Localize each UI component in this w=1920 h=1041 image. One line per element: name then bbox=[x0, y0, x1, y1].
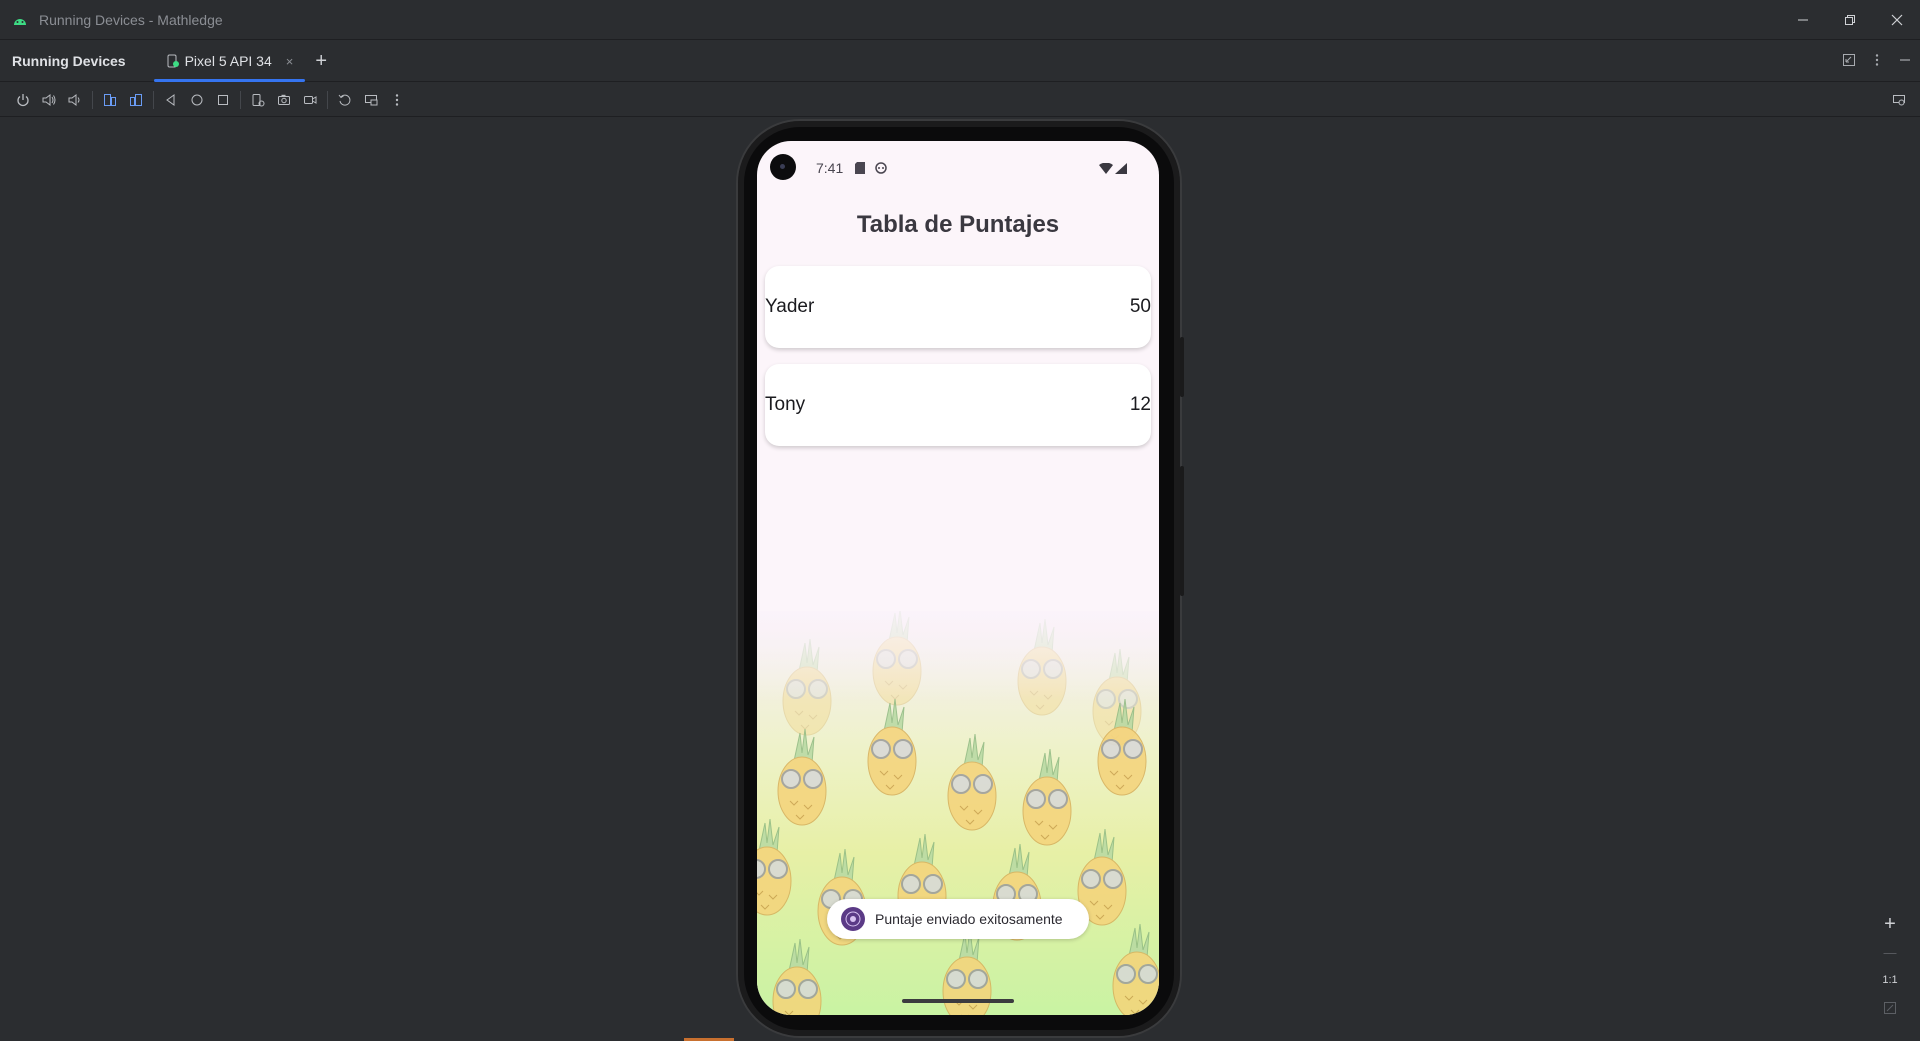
volume-down-icon bbox=[68, 93, 80, 106]
volume-up-icon bbox=[42, 93, 56, 106]
device-frame-button[interactable] bbox=[245, 87, 271, 113]
hide-panel-icon[interactable] bbox=[1898, 53, 1912, 70]
overview-icon bbox=[218, 94, 228, 105]
tab-strip: Running Devices Pixel 5 API 34 × + bbox=[0, 41, 1920, 82]
reset-icon bbox=[338, 94, 351, 106]
sd-card-icon bbox=[855, 161, 865, 179]
home-button[interactable] bbox=[184, 87, 210, 113]
add-tab-button[interactable]: + bbox=[315, 50, 327, 73]
record-icon bbox=[304, 95, 317, 104]
device-frame-icon bbox=[252, 93, 265, 106]
status-bar: 7:41 bbox=[757, 141, 1159, 197]
zoom-out-button[interactable]: — bbox=[1876, 940, 1904, 964]
device-volume-key bbox=[1180, 466, 1184, 596]
device-explorer-button[interactable] bbox=[1886, 87, 1912, 113]
power-button[interactable] bbox=[10, 87, 36, 113]
signal-icon bbox=[1115, 161, 1127, 179]
home-icon bbox=[191, 94, 203, 105]
volume-up-button[interactable] bbox=[36, 87, 62, 113]
screenshot-button[interactable] bbox=[271, 87, 297, 113]
face-icon bbox=[875, 161, 887, 179]
rotate-right-button[interactable] bbox=[123, 87, 149, 113]
window-title: Running Devices - Mathledge bbox=[39, 11, 223, 28]
rotate-left-icon bbox=[104, 93, 116, 106]
tab-pixel-5[interactable]: Pixel 5 API 34 × bbox=[153, 41, 306, 82]
overview-button[interactable] bbox=[210, 87, 236, 113]
player-name: Yader bbox=[765, 296, 815, 317]
score-row-tony[interactable]: Tony 12 bbox=[765, 364, 1151, 446]
snapshot-button[interactable] bbox=[358, 87, 384, 113]
back-button[interactable] bbox=[158, 87, 184, 113]
minimize-icon bbox=[1797, 19, 1808, 21]
fit-screen-icon bbox=[1884, 1002, 1896, 1014]
back-icon bbox=[166, 93, 175, 106]
reset-button[interactable] bbox=[332, 87, 358, 113]
toast-message: Puntaje enviado exitosamente bbox=[827, 899, 1089, 939]
rotate-right-icon bbox=[130, 93, 142, 106]
panel-title: Running Devices bbox=[12, 53, 126, 69]
device-tab-icon bbox=[167, 54, 179, 68]
minimize-button[interactable] bbox=[1779, 0, 1826, 40]
zoom-in-button[interactable]: + bbox=[1876, 912, 1904, 936]
record-button[interactable] bbox=[297, 87, 323, 113]
front-camera bbox=[770, 154, 796, 180]
more-toolbar-button[interactable] bbox=[384, 87, 410, 113]
toast-text: Puntaje enviado exitosamente bbox=[875, 911, 1063, 927]
tab-close-icon[interactable]: × bbox=[286, 54, 294, 69]
rotate-left-button[interactable] bbox=[97, 87, 123, 113]
restore-button[interactable] bbox=[1826, 0, 1873, 40]
player-score: 12 bbox=[1129, 394, 1151, 415]
player-name: Tony bbox=[765, 394, 806, 415]
tab-active-indicator bbox=[153, 78, 306, 82]
android-studio-icon bbox=[12, 12, 28, 28]
app-logo-icon bbox=[841, 907, 865, 931]
restore-icon bbox=[1844, 15, 1855, 25]
background-fade bbox=[757, 581, 1159, 701]
title-bar: Running Devices - Mathledge bbox=[0, 0, 1920, 40]
close-window-button[interactable] bbox=[1873, 0, 1920, 40]
close-icon bbox=[1891, 14, 1902, 26]
wifi-icon bbox=[1099, 161, 1113, 179]
camera-icon bbox=[278, 94, 290, 105]
score-row-yader[interactable]: Yader 50 bbox=[765, 266, 1151, 348]
tab-label: Pixel 5 API 34 bbox=[184, 53, 272, 69]
device-toolbar bbox=[0, 83, 1920, 117]
restore-layout-icon[interactable] bbox=[1842, 53, 1856, 70]
device-power-key bbox=[1180, 337, 1184, 397]
more-options-icon[interactable] bbox=[1870, 53, 1884, 70]
volume-down-button[interactable] bbox=[62, 87, 88, 113]
more-icon bbox=[395, 93, 399, 106]
device-screen[interactable]: 7:41 Tabla de Puntajes Yader 50 Tony 12 … bbox=[757, 141, 1159, 1015]
power-icon bbox=[17, 93, 29, 106]
player-score: 50 bbox=[1129, 296, 1151, 317]
fit-screen-button[interactable] bbox=[1876, 996, 1904, 1020]
status-time: 7:41 bbox=[816, 160, 844, 176]
page-title: Tabla de Puntajes bbox=[856, 211, 1060, 238]
actual-size-button[interactable]: 1:1 bbox=[1876, 968, 1904, 992]
zoom-controls: + — 1:1 bbox=[1876, 912, 1904, 1020]
snapshot-icon bbox=[365, 94, 378, 105]
gesture-nav-handle[interactable] bbox=[902, 999, 1014, 1003]
device-explorer-icon bbox=[1893, 95, 1905, 106]
